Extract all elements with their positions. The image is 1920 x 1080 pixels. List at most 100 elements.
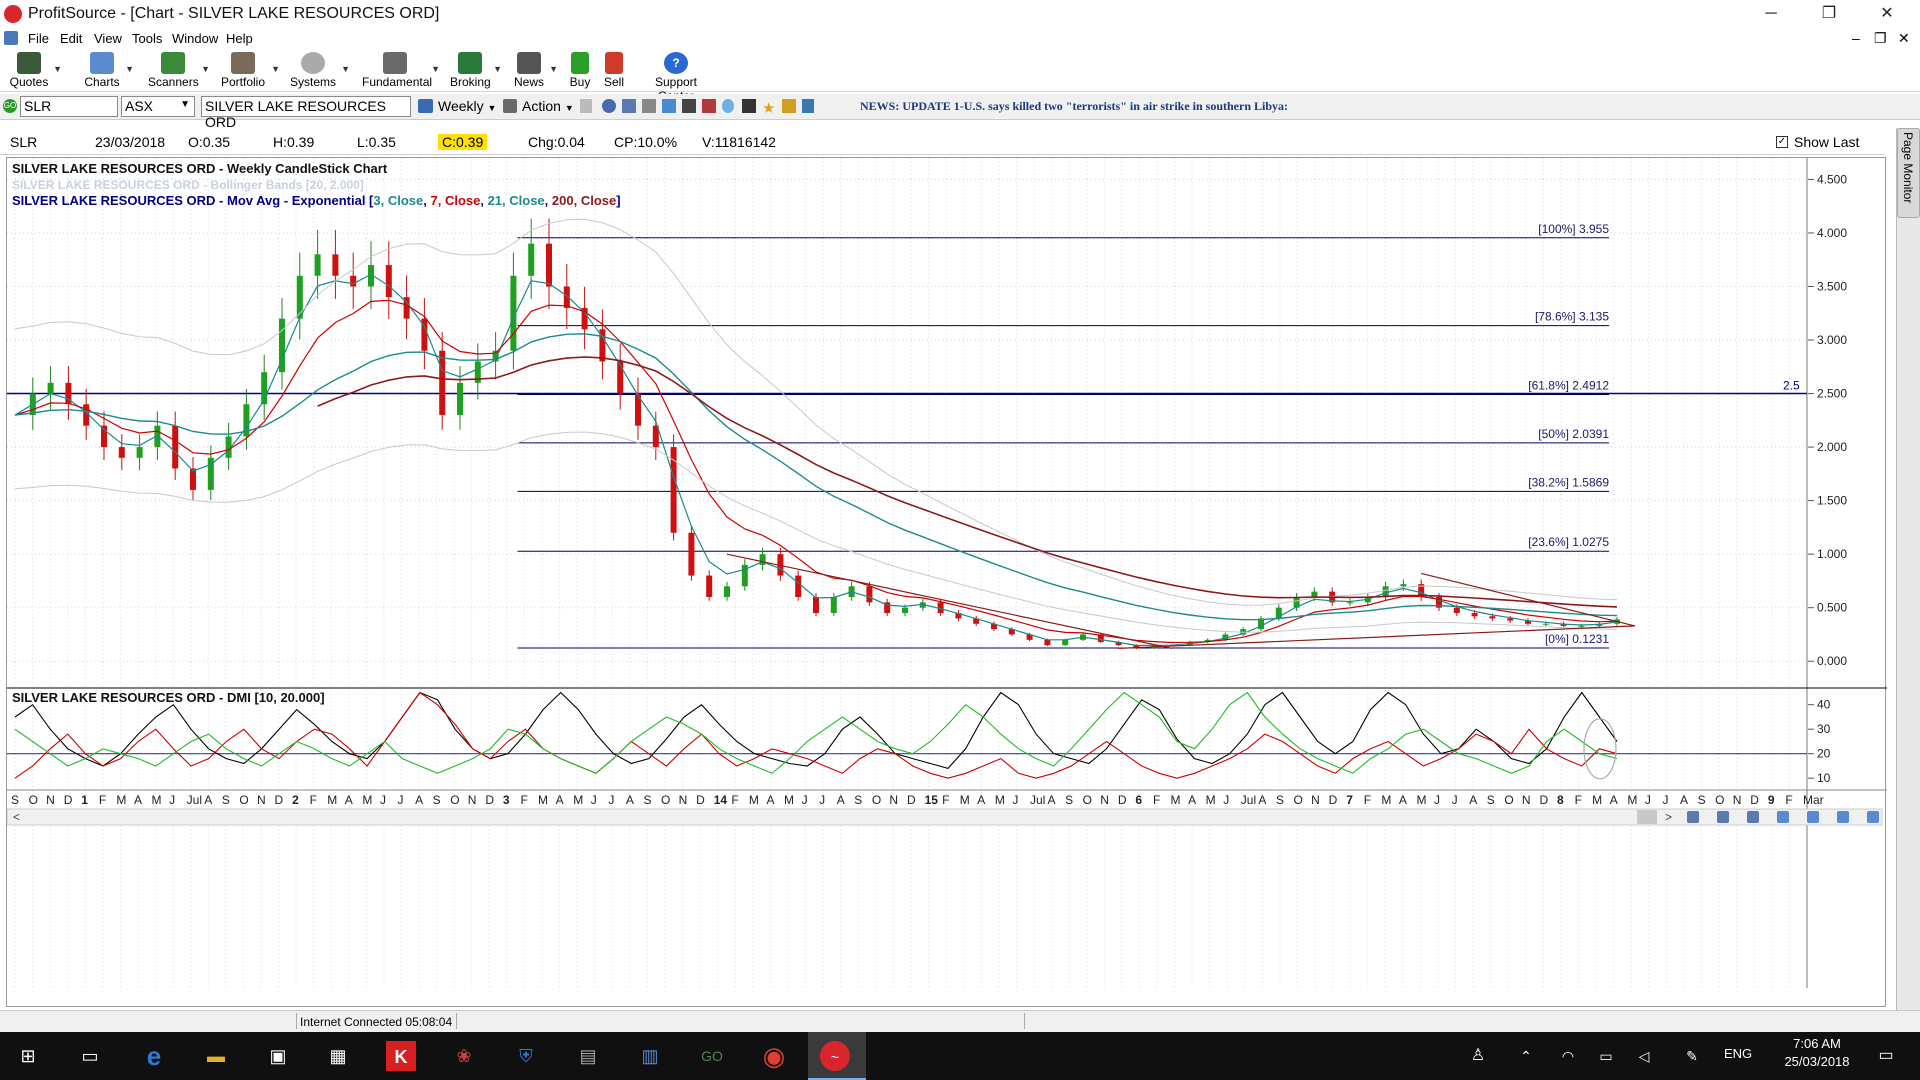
- menu-help[interactable]: Help: [226, 31, 253, 46]
- news-button[interactable]: News ▼: [512, 50, 558, 92]
- quotes-button[interactable]: Quotes ▼: [8, 50, 62, 92]
- menu-file[interactable]: File: [28, 31, 49, 46]
- mdi-restore-button[interactable]: ❐: [1874, 30, 1887, 47]
- chart-tool-icon[interactable]: [702, 99, 716, 113]
- file-explorer-icon[interactable]: ▬: [200, 1040, 232, 1072]
- x-tick-label: 14: [714, 793, 728, 807]
- symbol-input[interactable]: SLR: [20, 96, 118, 117]
- profitsource-app-icon[interactable]: ~: [820, 1041, 850, 1071]
- menu-edit[interactable]: Edit: [60, 31, 82, 46]
- menu-window[interactable]: Window: [172, 31, 218, 46]
- go-icon[interactable]: GO: [3, 99, 17, 113]
- x-tick-label: A: [1680, 793, 1688, 807]
- x-tick-label: J: [819, 793, 825, 807]
- mdi-close-button[interactable]: ✕: [1898, 30, 1910, 47]
- dmi-y-tick-label: 40: [1817, 698, 1831, 712]
- hand-icon[interactable]: [782, 99, 796, 113]
- period-select[interactable]: Weekly ▼: [438, 98, 496, 114]
- network-icon[interactable]: ◠: [1552, 1040, 1584, 1072]
- chevron-down-icon[interactable]: ▼: [431, 64, 440, 74]
- chart-canvas[interactable]: 4.500 4.000 3.500 3.000 2.500 2.000 1.500 1.000…: [6, 158, 1887, 1008]
- candle-body: [47, 382, 54, 394]
- x-tick-label: O: [450, 793, 459, 807]
- chart-panel[interactable]: 4.500 4.000 3.500 3.000 2.500 2.000 1.500 1.000…: [6, 157, 1887, 1008]
- broking-button[interactable]: Broking ▼: [450, 50, 502, 92]
- zoom-in-icon: [1687, 811, 1699, 823]
- show-last-checkbox[interactable]: ✓: [1776, 136, 1788, 148]
- title-bar: ProfitSource - [Chart - SILVER LAKE RESO…: [0, 0, 1920, 28]
- window-icon[interactable]: [662, 99, 676, 113]
- notification-icon[interactable]: ▭: [1870, 1040, 1902, 1072]
- period-icon: [418, 99, 433, 113]
- mdi-minimize-button[interactable]: –: [1852, 30, 1860, 46]
- candle-body: [1578, 625, 1585, 627]
- keyboard-icon[interactable]: ▭: [1590, 1040, 1622, 1072]
- star-icon[interactable]: ★: [762, 99, 775, 117]
- minimize-button[interactable]: ─: [1748, 2, 1794, 26]
- page-monitor-panel[interactable]: Page Monitor: [1896, 128, 1920, 1013]
- people-icon[interactable]: ♙: [1462, 1040, 1494, 1072]
- chevron-down-icon[interactable]: ▼: [53, 64, 62, 74]
- edge-icon[interactable]: e: [138, 1040, 170, 1072]
- zoom-icon[interactable]: [642, 99, 656, 113]
- charts-button[interactable]: Charts ▼: [82, 50, 134, 92]
- x-tick-label: A: [1469, 793, 1477, 807]
- go-app-icon[interactable]: GO: [696, 1040, 728, 1072]
- security-name-input[interactable]: SILVER LAKE RESOURCES ORD: [201, 96, 411, 130]
- buy-button[interactable]: Buy: [566, 50, 594, 92]
- calculator-icon[interactable]: ▦: [322, 1040, 354, 1072]
- scanners-button[interactable]: Scanners ▼: [148, 50, 210, 92]
- horizontal-scrollbar: [6, 808, 1883, 826]
- menu-view[interactable]: View: [94, 31, 122, 46]
- x-tick-label: 2: [292, 793, 299, 807]
- shield-app-icon[interactable]: ⛨: [510, 1040, 542, 1072]
- tools-icon[interactable]: [682, 99, 696, 113]
- x-tick-label: A: [415, 793, 423, 807]
- x-tick-label: N: [46, 793, 55, 807]
- chevron-down-icon[interactable]: ▼: [201, 64, 210, 74]
- action-menu[interactable]: Action ▼: [522, 98, 574, 114]
- snagit-icon[interactable]: ❀: [448, 1040, 480, 1072]
- windows-start-icon[interactable]: ⊞: [12, 1040, 44, 1072]
- support-center-button[interactable]: ?Support Center: [636, 50, 716, 103]
- systems-button[interactable]: Systems ▼: [288, 50, 350, 92]
- chevron-down-icon[interactable]: ▼: [549, 64, 558, 74]
- exchange-select[interactable]: ASX ▼: [121, 96, 195, 117]
- save-icon[interactable]: [622, 99, 636, 113]
- language-indicator[interactable]: ENG: [1724, 1046, 1752, 1061]
- x-tick-label: D: [485, 793, 494, 807]
- task-view-icon[interactable]: ▭: [74, 1040, 106, 1072]
- sell-button[interactable]: Sell: [600, 50, 628, 92]
- x-tick-label: 9: [1768, 793, 1775, 807]
- close-button[interactable]: ✕: [1864, 2, 1910, 26]
- k-app-icon[interactable]: K: [386, 1041, 416, 1071]
- volume-icon[interactable]: ◁: [1628, 1040, 1660, 1072]
- mdi-doc-icon[interactable]: [4, 31, 18, 45]
- globe-icon[interactable]: [602, 99, 616, 113]
- chevron-down-icon[interactable]: ▼: [271, 64, 280, 74]
- camera-app-icon[interactable]: ▤: [572, 1040, 604, 1072]
- x-tick-label: O: [872, 793, 881, 807]
- pen-icon[interactable]: ✎: [1676, 1040, 1708, 1072]
- chevron-up-icon[interactable]: ⌃: [1510, 1040, 1542, 1072]
- portfolio-button[interactable]: Portfolio ▼: [218, 50, 280, 92]
- chart-app-icon[interactable]: ▥: [634, 1040, 666, 1072]
- store-icon[interactable]: ▣: [262, 1040, 294, 1072]
- x-tick-label: N: [1311, 793, 1320, 807]
- chevron-down-icon[interactable]: ▼: [125, 64, 134, 74]
- clock[interactable]: 7:06 AM 25/03/2018: [1772, 1036, 1862, 1069]
- fib-level-label: [78.6%] 3.135: [1535, 310, 1609, 324]
- x-tick-label: D: [1539, 793, 1548, 807]
- truck-icon[interactable]: [742, 99, 756, 113]
- bulb-icon[interactable]: [722, 99, 734, 113]
- x-tick-label: S: [1698, 793, 1706, 807]
- chrome-icon[interactable]: ◉: [758, 1040, 790, 1072]
- news-ticker[interactable]: NEWS: UPDATE 1-U.S. says killed two "ter…: [860, 99, 1288, 114]
- chevron-down-icon[interactable]: ▼: [493, 64, 502, 74]
- maximize-button[interactable]: ❐: [1806, 2, 1852, 26]
- chevron-down-icon[interactable]: ▼: [341, 64, 350, 74]
- menu-tools[interactable]: Tools: [132, 31, 162, 46]
- blank-page-icon[interactable]: [580, 99, 592, 113]
- news-feed-icon[interactable]: [802, 99, 814, 113]
- fundamental-button[interactable]: Fundamental ▼: [362, 50, 440, 92]
